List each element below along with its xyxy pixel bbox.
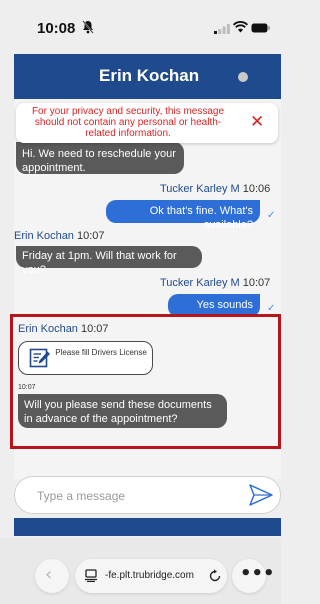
presence-status-dot (238, 72, 248, 82)
sender-name: Tucker Karley M (160, 183, 240, 195)
url-text: -fe.plt.trubridge.com (105, 570, 194, 581)
footer-band (14, 518, 281, 536)
cell-signal-icon (214, 24, 230, 34)
privacy-notice-text: For your privacy and security, this mess… (31, 106, 225, 139)
status-time: 10:08 (37, 20, 76, 37)
document-attachment-card[interactable]: Please fill Drivers License (18, 341, 153, 375)
message-time: 10:07 (242, 277, 271, 289)
message-time: 10:07 (18, 384, 36, 391)
sender-name: Tucker Karley M (160, 277, 240, 289)
privacy-notice: For your privacy and security, this mess… (16, 103, 278, 143)
sender-name: Erin Kochan (18, 323, 78, 335)
read-check-icon: ✓ (267, 210, 276, 221)
reload-icon[interactable] (208, 569, 222, 583)
message-time: 10:06 (242, 183, 271, 195)
page-menu-icon (85, 569, 97, 582)
attachment-label: Please fill Drivers License (55, 348, 147, 357)
back-button[interactable]: ‹ (35, 559, 69, 593)
chat-header: Erin Kochan (14, 54, 281, 99)
chevron-left-icon: ‹ (45, 564, 53, 585)
message-composer (14, 476, 281, 514)
browser-toolbar: ‹ -fe.plt.trubridge.com ••• (0, 538, 281, 604)
close-icon[interactable]: ✕ (250, 112, 264, 132)
message-time: 10:07 (77, 230, 105, 242)
incoming-message: Will you please send these documents in … (18, 394, 227, 428)
incoming-message: Friday at 1pm. Will that work for you? (16, 246, 202, 276)
more-options-button[interactable]: ••• (232, 559, 275, 593)
document-edit-icon (29, 348, 50, 368)
message-meta: Tucker Karley M 10:06 (160, 183, 270, 195)
sender-name: Erin Kochan (14, 230, 74, 242)
message-meta: Erin Kochan 10:07 (18, 323, 109, 335)
contact-name: Erin Kochan (99, 66, 200, 85)
battery-icon (251, 23, 270, 33)
address-bar[interactable]: -fe.plt.trubridge.com (75, 559, 227, 593)
status-bar: 10:08 (0, 0, 281, 55)
bell-muted-icon (82, 20, 94, 34)
message-time: 10:07 (81, 323, 109, 335)
read-check-icon: ✓ (267, 303, 276, 314)
wifi-icon (233, 21, 248, 33)
message-input[interactable] (37, 487, 237, 505)
ellipsis-icon: ••• (240, 563, 275, 584)
outgoing-message: Ok that's fine. What's available? (106, 200, 260, 231)
message-meta: Tucker Karley M 10:07 (160, 277, 270, 289)
message-meta: Erin Kochan 10:07 (14, 230, 105, 242)
send-icon[interactable] (248, 483, 274, 507)
incoming-message: Hi. We need to reschedule your appointme… (16, 142, 184, 174)
